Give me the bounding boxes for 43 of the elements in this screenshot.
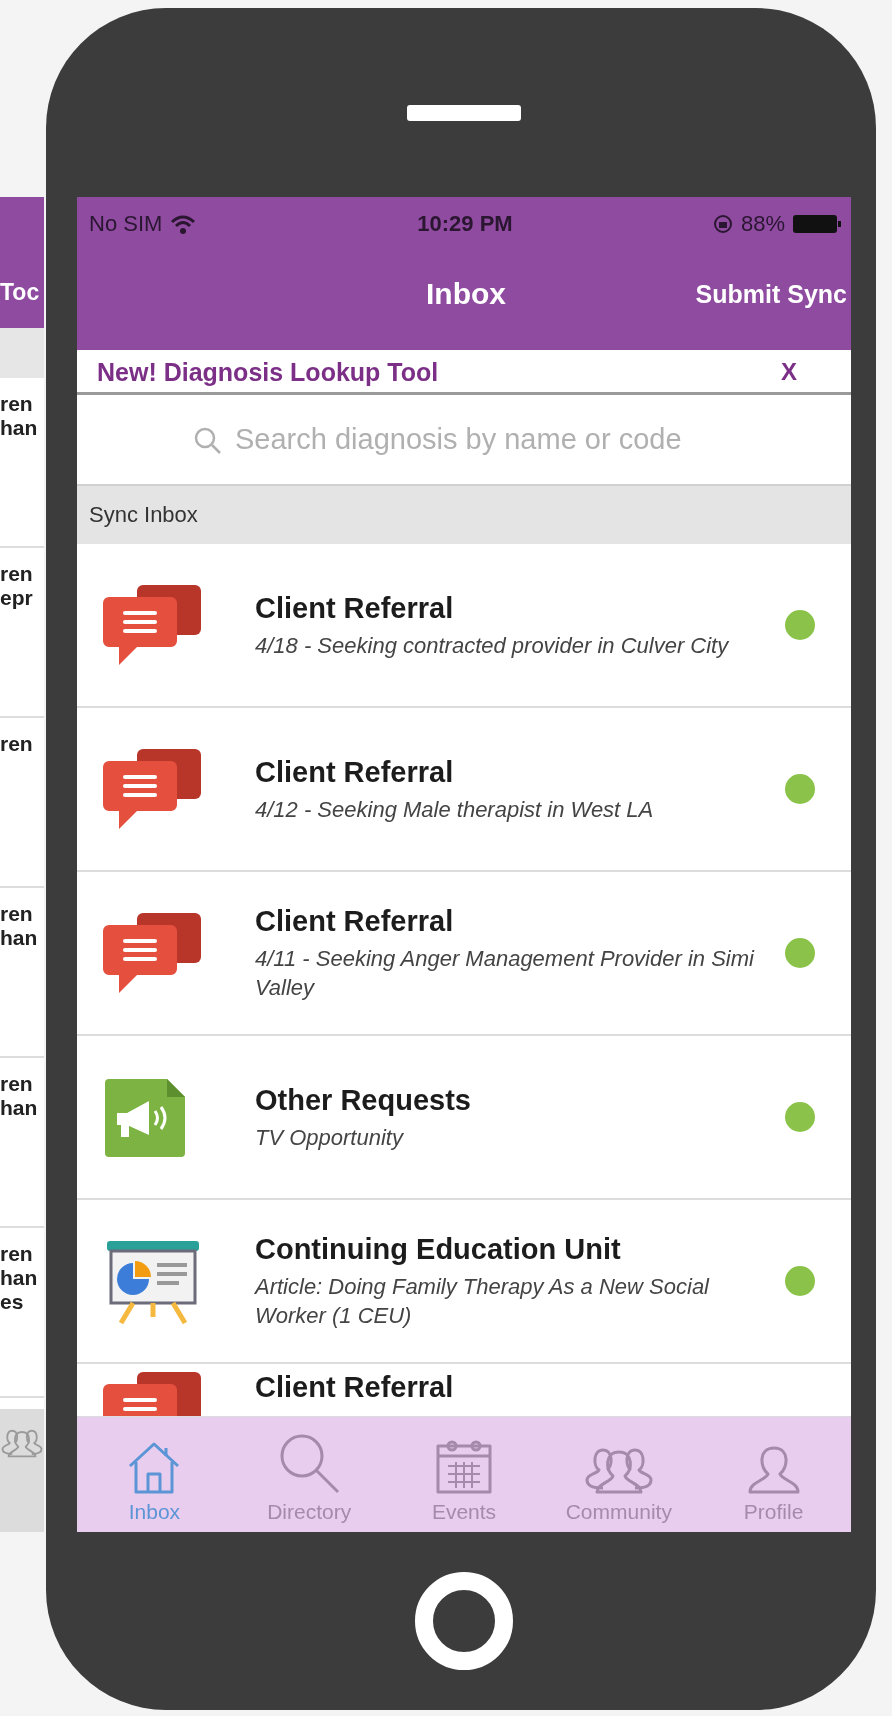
message-preview: TV Opportunity — [255, 1123, 405, 1152]
row-text: han — [0, 416, 39, 440]
speech-bubbles-icon — [103, 583, 203, 667]
message-preview: 4/11 - Seeking Anger Management Provider in Simi Valley — [255, 945, 756, 1002]
row-text: epr — [0, 586, 34, 610]
battery-icon — [793, 214, 841, 233]
section-header: Sync Inbox — [77, 486, 851, 544]
row-text: ren — [0, 732, 34, 756]
row-text: ren — [0, 1072, 34, 1096]
search-icon — [193, 425, 221, 454]
search-field[interactable]: Search diagnosis by name or code — [183, 417, 745, 462]
row-text: han — [0, 1266, 39, 1290]
row-text: han — [0, 1096, 39, 1120]
speech-bubbles-icon — [103, 911, 203, 995]
header-title: Toc — [0, 279, 40, 306]
row-text: ren — [0, 902, 34, 926]
message-title: Client Referral — [255, 754, 455, 789]
row-text: ren — [0, 1242, 34, 1266]
row-text: ren — [0, 562, 34, 586]
message-title: Client Referral — [255, 590, 455, 625]
message-preview: 4/18 - Seeking contracted provider in Culver City — [255, 631, 730, 660]
battery-percent: 88% — [740, 210, 785, 237]
message-title: Client Referral — [255, 904, 455, 938]
carrier-text: No SIM — [89, 210, 163, 237]
row-text: es — [0, 1290, 25, 1314]
banner-text: New! Diagnosis Lookup Tool — [97, 357, 439, 387]
message-preview: Article: Doing Family Therapy As a New Social Worker (1 CEU) — [255, 1273, 711, 1330]
message-title: Continuing Education Unit — [255, 1232, 622, 1266]
section-band — [0, 328, 44, 378]
message-title: Other Requests — [255, 1082, 472, 1117]
screen-title: Inbox — [426, 277, 506, 311]
row-text: ren — [0, 392, 34, 416]
calendar-icon — [434, 1438, 494, 1496]
wifi-icon — [170, 213, 197, 234]
status-time: 10:29 PM — [417, 210, 513, 237]
home-button[interactable] — [415, 1572, 513, 1670]
speech-bubbles-icon — [103, 747, 203, 831]
message-preview: 4/12 - Seeking Male therapist in West LA — [255, 795, 655, 824]
message-title: Client Referral — [255, 1370, 455, 1404]
close-button[interactable]: X — [781, 358, 797, 386]
rotation-lock-icon — [712, 213, 733, 234]
submit-sync-button[interactable]: Submit Sync — [695, 279, 847, 309]
row-text: han — [0, 926, 39, 950]
